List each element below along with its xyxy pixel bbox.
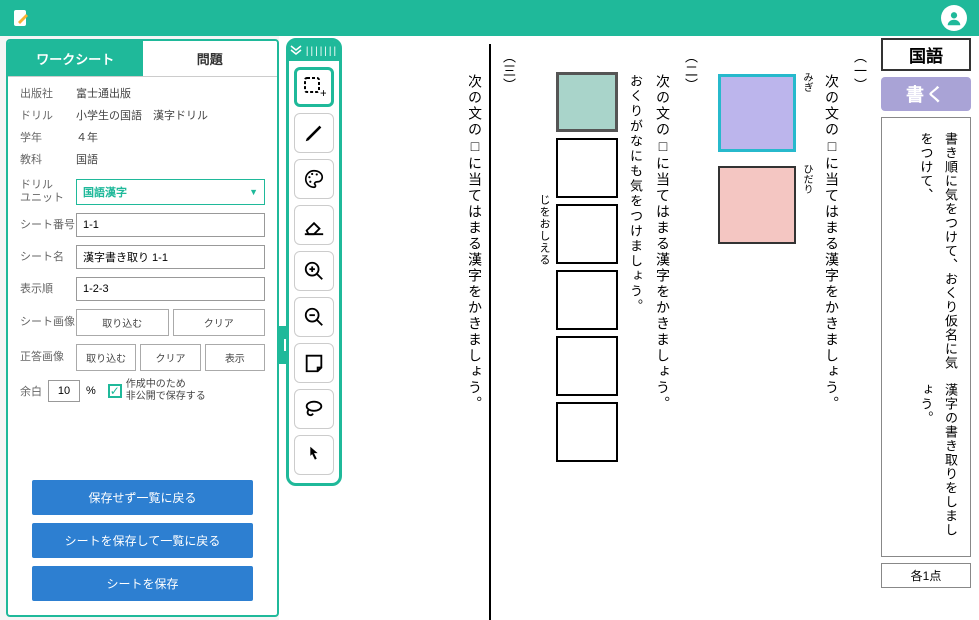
disp-order-label: 表示順 [20, 283, 76, 296]
drill-label: ドリル [20, 107, 76, 123]
problem-1-number: （一） [850, 50, 869, 92]
top-bar [0, 0, 979, 36]
grade-label: 学年 [20, 129, 76, 145]
problem-2-hint: じをおしえる [536, 44, 552, 620]
swatch-label-right: みぎ [799, 72, 814, 152]
private-save-checkbox[interactable]: ✓ [108, 384, 122, 398]
color-swatch-purple[interactable] [718, 74, 796, 152]
sheet-image-clear-button[interactable]: クリア [173, 309, 266, 336]
disp-order-input[interactable] [76, 277, 265, 301]
sheet-no-input[interactable] [76, 213, 265, 237]
answer-box-5[interactable] [556, 336, 618, 396]
answer-box-2[interactable] [556, 138, 618, 198]
subject-value: 国語 [76, 151, 265, 167]
sheet-name-input[interactable] [76, 245, 265, 269]
tool-note[interactable] [294, 343, 334, 383]
palette-drag-handle[interactable]: ||||||| [289, 41, 339, 61]
problem-1-text: 次の文の□に当てはまる漢字をかきましょう。 [822, 44, 842, 620]
write-mode-button[interactable]: 書く [881, 77, 971, 111]
svg-text:+: + [320, 86, 326, 99]
answer-image-show-button[interactable]: 表示 [205, 344, 265, 371]
drill-unit-label: ドリル ユニット [20, 179, 76, 205]
margin-input[interactable] [48, 380, 80, 402]
drill-unit-select[interactable]: 国語漢字 ▼ [76, 179, 265, 205]
instruction-box: 書き順に気をつけて、おくり仮名に気をつけて、 漢字の書き取りをしましょう。 [881, 117, 971, 557]
answer-box-3[interactable] [556, 204, 618, 264]
answer-box-4[interactable] [556, 270, 618, 330]
margin-label: 余白 [20, 383, 42, 399]
answer-box-6[interactable] [556, 402, 618, 462]
tab-questions[interactable]: 問題 [143, 41, 278, 76]
instruction-line2: 漢字の書き取りをしましょう。 [890, 383, 962, 542]
sidebar: ワークシート 問題 出版社富士通出版 ドリル小学生の国語 漢字ドリル 学年４年 … [6, 39, 279, 617]
canvas-area: ||||||| + 国語 書く 書き順に気をつけて、おくり仮名に気をつけて、 漢… [279, 36, 979, 620]
margin-unit: % [86, 385, 96, 397]
tool-zoom-in[interactable] [294, 251, 334, 291]
color-swatch-pink[interactable] [718, 166, 796, 244]
user-avatar-icon[interactable] [941, 5, 967, 31]
app-logo-icon [12, 8, 32, 28]
chevron-down-icon: ▼ [249, 187, 258, 197]
sheet-name-label: シート名 [20, 251, 76, 264]
problem-3-text: 次の文の□に当てはまる漢字をかきましょう。 [469, 44, 491, 620]
subject-title: 国語 [881, 38, 971, 71]
tool-pointer[interactable] [294, 435, 334, 475]
tool-palette: ||||||| + [286, 38, 342, 486]
problem-3-number: （三） [499, 50, 518, 92]
problem-2-text: 次の文の□に当てはまる漢字をかきましょう。 [653, 44, 673, 620]
publisher-value: 富士通出版 [76, 85, 265, 101]
tool-zoom-out[interactable] [294, 297, 334, 337]
tool-palette-color[interactable] [294, 159, 334, 199]
tool-add-box[interactable]: + [294, 67, 334, 107]
tool-pencil[interactable] [294, 113, 334, 153]
swatch-label-left: ひだり [799, 164, 814, 244]
problem-2-text2: おくりがなにも気をつけましょう。 [626, 44, 645, 620]
sheet-image-import-button[interactable]: 取り込む [76, 309, 169, 336]
grade-value: ４年 [76, 129, 265, 145]
save-sheet-button[interactable]: シートを保存 [32, 566, 253, 601]
instruction-line1: 書き順に気をつけて、おくり仮名に気をつけて、 [890, 132, 962, 383]
drill-value: 小学生の国語 漢字ドリル [76, 107, 265, 123]
drill-unit-value: 国語漢字 [83, 184, 127, 200]
subject-label: 教科 [20, 151, 76, 167]
answer-box-1[interactable] [556, 72, 618, 132]
back-without-save-button[interactable]: 保存せず一覧に戻る [32, 480, 253, 515]
save-and-back-button[interactable]: シートを保存して一覧に戻る [32, 523, 253, 558]
answer-image-import-button[interactable]: 取り込む [76, 344, 136, 371]
chevrons-down-icon [290, 44, 302, 58]
tool-lasso[interactable] [294, 389, 334, 429]
answer-image-clear-button[interactable]: クリア [140, 344, 200, 371]
answer-image-label: 正答画像 [20, 351, 76, 364]
sheet-image-label: シート画像 [20, 316, 76, 329]
tab-worksheet[interactable]: ワークシート [8, 41, 143, 76]
tool-eraser[interactable] [294, 205, 334, 245]
sheet-no-label: シート番号 [20, 219, 76, 232]
problem-2-number: （二） [681, 50, 700, 92]
score-label: 各1点 [881, 563, 971, 588]
private-save-label: 作成中のため 非公開で保存する [126, 379, 206, 403]
publisher-label: 出版社 [20, 85, 76, 101]
